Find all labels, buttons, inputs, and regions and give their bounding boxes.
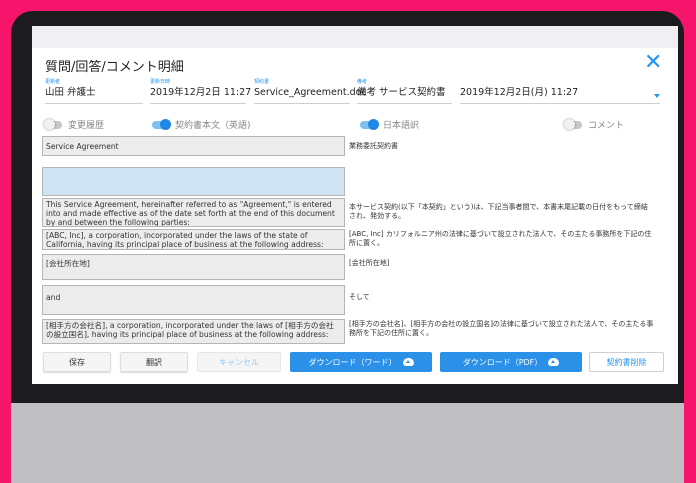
translate-button-label: 翻訳 (146, 357, 162, 367)
translation-table: Service Agreement 業務委託契約書 This Service A… (42, 136, 668, 344)
contract-file-field: 契約書 Service_Agreement.doc (254, 79, 367, 104)
updater-label: 更新者 (45, 79, 61, 85)
target-cell: そして (349, 293, 370, 301)
toggle-contract-text[interactable]: 契約書本文（英語) (152, 118, 251, 131)
download-pdf-label: ダウンロード（PDF） (462, 357, 543, 367)
toggle-japanese-translation[interactable]: 日本語訳 (360, 118, 419, 131)
cloud-download-icon (402, 358, 414, 366)
toggle-change-history[interactable]: 変更履歴 (44, 118, 105, 131)
target-cell: 本サービス契約(以下「本契約」という)は、下記当事者間で、本書末尾記載の日付をも… (349, 203, 648, 220)
action-bar: 保存 翻訳 キャンセル ダウンロード（ワード） ダウンロード（PDF） 契約書削… (32, 348, 678, 384)
note-field[interactable]: 備考 備考 サービス契約書 (357, 79, 452, 104)
save-button-label: 保存 (69, 357, 85, 367)
target-cell: [相手方の会社名]、[相手方の会社の設立国名]の法律に基づいて設立された法人で、… (349, 320, 654, 337)
updated-at-value: 2019年12月2日 11:27 (150, 86, 251, 104)
date-select[interactable]: 2019年12月2日(月) 11:27 (460, 79, 660, 104)
toggle-switch[interactable] (44, 118, 62, 130)
download-word-label: ダウンロード（ワード） (308, 357, 397, 367)
source-cell[interactable]: [会社所在地] (42, 254, 345, 280)
cancel-button[interactable]: キャンセル (197, 352, 281, 372)
save-button[interactable]: 保存 (43, 352, 111, 372)
contract-file-value: Service_Agreement.doc (254, 86, 367, 104)
source-cell[interactable]: [相手方の会社名], a corporation, incorporated u… (42, 319, 345, 344)
close-icon[interactable]: ✕ (644, 52, 662, 74)
date-select-value[interactable]: 2019年12月2日(月) 11:27 (460, 86, 660, 104)
target-cell: [会社所在地] (349, 259, 390, 267)
updated-at-label: 更新日時 (150, 79, 171, 85)
toggle-label: 変更履歴 (68, 121, 105, 131)
chevron-down-icon[interactable] (654, 94, 660, 98)
toggle-switch[interactable] (564, 118, 582, 130)
source-cell[interactable]: This Service Agreement, hereinafter refe… (42, 198, 345, 227)
date-select-label (460, 79, 660, 86)
target-cell: 業務委託契約書 (349, 142, 398, 150)
toggle-label: 契約書本文（英語) (175, 121, 251, 131)
toggle-switch[interactable] (360, 118, 379, 130)
delete-contract-label: 契約書削除 (606, 357, 647, 367)
translate-button[interactable]: 翻訳 (120, 352, 188, 372)
toggle-switch[interactable] (152, 118, 171, 130)
dialog-title: 質問/回答/コメント明細 (45, 60, 184, 75)
target-cell: [ABC, Inc] カリフォルニア州の法律に基づいて設立された法人で、その主た… (349, 230, 652, 247)
target-cell (349, 167, 654, 169)
source-cell[interactable]: and (42, 285, 345, 315)
detail-dialog: 質問/回答/コメント明細 ✕ 更新者 山田 弁護士 更新日時 2019年12月2… (32, 26, 678, 384)
download-pdf-button[interactable]: ダウンロード（PDF） (440, 352, 582, 372)
note-value[interactable]: 備考 サービス契約書 (357, 86, 452, 104)
cloud-download-icon (548, 358, 560, 366)
updater-field: 更新者 山田 弁護士 (45, 79, 143, 104)
dialog-top-strip (32, 26, 678, 48)
note-label: 備考 (357, 79, 368, 85)
source-cell[interactable]: Service Agreement (42, 136, 345, 156)
toggle-comment[interactable]: コメント (564, 118, 625, 131)
updated-at-field: 更新日時 2019年12月2日 11:27 (150, 79, 251, 104)
toggle-label: 日本語訳 (383, 121, 420, 131)
toggle-label: コメント (588, 121, 625, 131)
cancel-button-label: キャンセル (219, 357, 259, 367)
monitor-bezel (11, 403, 684, 483)
delete-contract-button[interactable]: 契約書削除 (589, 352, 664, 372)
updater-value: 山田 弁護士 (45, 86, 143, 104)
download-word-button[interactable]: ダウンロード（ワード） (290, 352, 432, 372)
source-cell[interactable]: [ABC, Inc], a corporation, incorporated … (42, 229, 345, 250)
source-cell-selected[interactable] (42, 167, 345, 196)
contract-file-label: 契約書 (254, 79, 270, 85)
